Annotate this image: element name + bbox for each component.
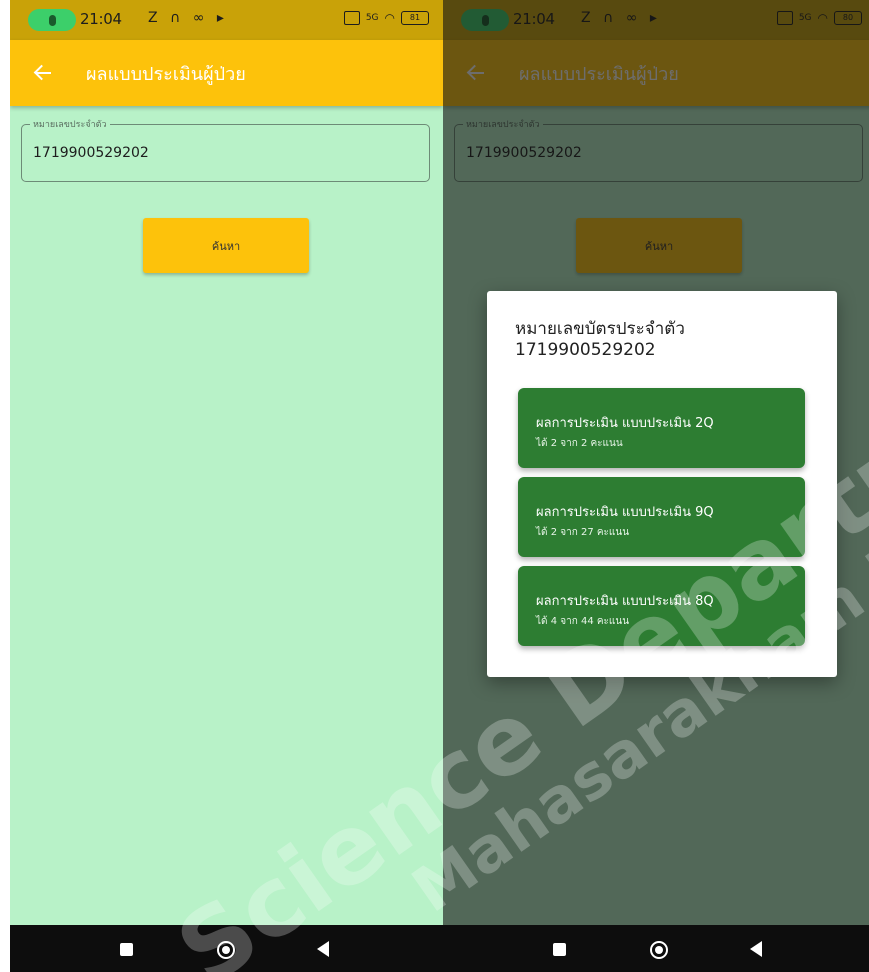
result-score: ได้ 4 จาก 44 คะแนน xyxy=(536,616,630,627)
dialog-title-label: หมายเลขบัตรประจำตัว xyxy=(515,319,685,339)
notification-icons: Z ∩ ∞ ▸ xyxy=(148,10,228,26)
sim-icon xyxy=(343,11,360,25)
recent-apps-icon[interactable] xyxy=(120,943,133,956)
result-card-2q[interactable]: ผลการประเมิน แบบประเมิน 2Q ได้ 2 จาก 2 ค… xyxy=(518,388,805,468)
page-title: ผลแบบประเมินผู้ป่วย xyxy=(86,63,246,85)
result-score: ได้ 2 จาก 27 คะแนน xyxy=(536,527,630,538)
mic-indicator xyxy=(28,9,76,31)
dialog-title-id: 1719900529202 xyxy=(515,340,656,360)
result-card-8q[interactable]: ผลการประเมิน แบบประเมิน 8Q ได้ 4 จาก 44 … xyxy=(518,566,805,646)
status-time: 21:04 xyxy=(80,10,122,28)
search-button[interactable]: ค้นหา xyxy=(143,218,309,273)
nav-back-icon[interactable] xyxy=(750,941,762,957)
left-screen: 21:04 Z ∩ ∞ ▸ 5G ◠ 81 ผลแบบประเมินผู้ป่ว… xyxy=(10,0,443,972)
system-status-icons: 5G ◠ 81 xyxy=(343,11,429,25)
results-dialog: หมายเลขบัตรประจำตัว 1719900529202 ผลการป… xyxy=(487,291,837,677)
id-number-field[interactable]: หมายเลขประจำตัว 1719900529202 xyxy=(21,117,430,182)
wifi-icon: ◠ xyxy=(384,11,395,25)
network-label: 5G xyxy=(365,13,379,23)
result-title: ผลการประเมิน แบบประเมิน 9Q xyxy=(536,505,714,520)
home-icon[interactable] xyxy=(650,941,668,959)
result-score: ได้ 2 จาก 2 คะแนน xyxy=(536,438,623,449)
id-number-input[interactable]: 1719900529202 xyxy=(33,145,149,161)
home-icon[interactable] xyxy=(217,941,235,959)
dialog-title: หมายเลขบัตรประจำตัว 1719900529202 xyxy=(515,319,685,361)
navigation-bar xyxy=(10,925,443,972)
result-card-9q[interactable]: ผลการประเมิน แบบประเมิน 9Q ได้ 2 จาก 27 … xyxy=(518,477,805,557)
right-screen: 21:04 Z ∩ ∞ ▸ 5G ◠ 80 ผลแบบประเมินผู้ป่ว… xyxy=(443,0,869,972)
id-number-label: หมายเลขประจำตัว xyxy=(30,117,110,131)
status-bar: 21:04 Z ∩ ∞ ▸ 5G ◠ 81 xyxy=(10,0,443,40)
nav-back-icon[interactable] xyxy=(317,941,329,957)
recent-apps-icon[interactable] xyxy=(553,943,566,956)
result-title: ผลการประเมิน แบบประเมิน 8Q xyxy=(536,594,714,609)
battery-icon: 81 xyxy=(401,11,429,25)
result-title: ผลการประเมิน แบบประเมิน 2Q xyxy=(536,416,714,431)
navigation-bar xyxy=(443,925,869,972)
back-arrow-icon[interactable] xyxy=(34,64,52,82)
mic-icon xyxy=(48,14,56,26)
app-bar: ผลแบบประเมินผู้ป่วย xyxy=(10,40,443,106)
